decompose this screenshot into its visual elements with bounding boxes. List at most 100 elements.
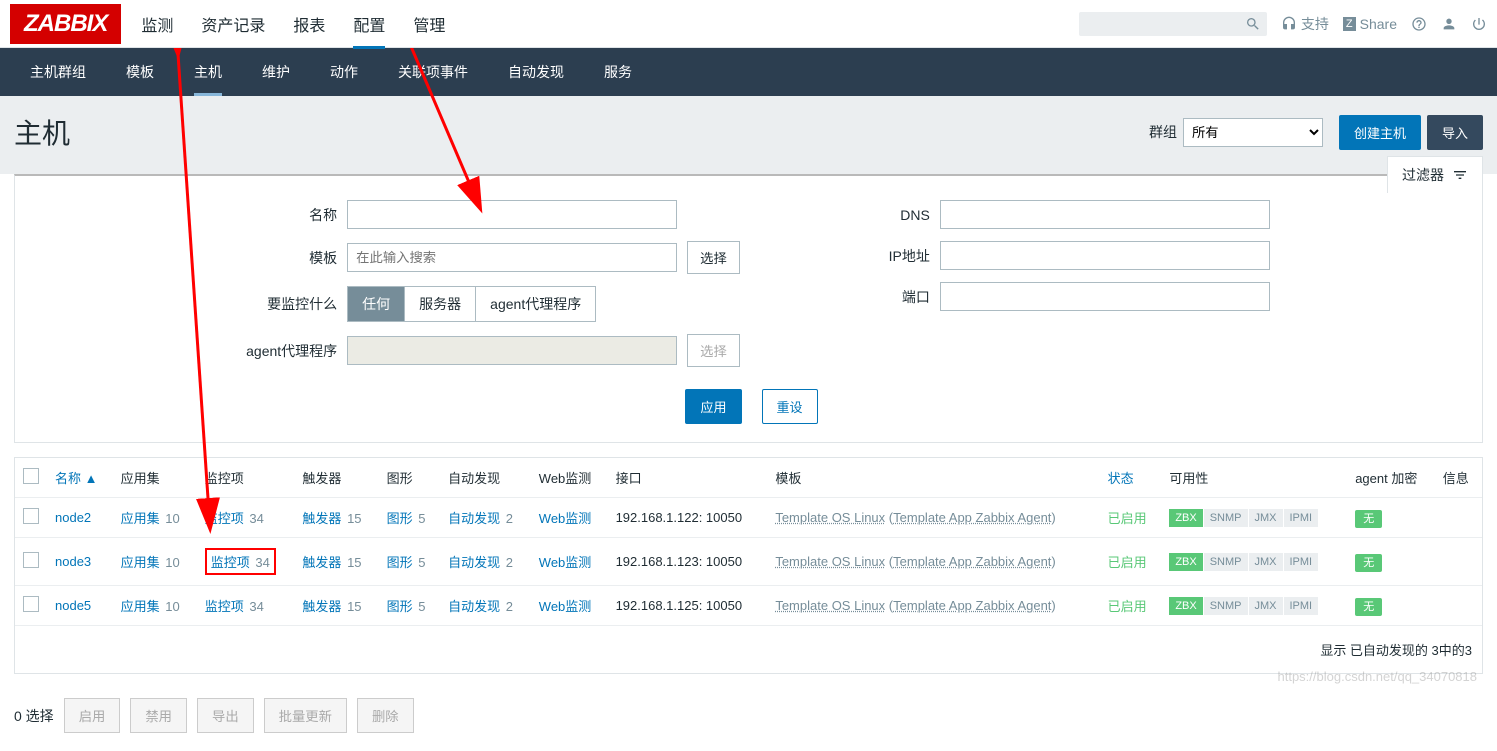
row-items-link[interactable]: 监控项 <box>211 555 250 570</box>
nav-inventory[interactable]: 资产记录 <box>201 0 265 48</box>
row-template-link[interactable]: Template OS Linux <box>775 554 885 569</box>
row-web-link[interactable]: Web监测 <box>539 555 592 570</box>
search-icon[interactable] <box>1245 16 1261 32</box>
massupdate-button[interactable]: 批量更新 <box>264 698 347 733</box>
row-apps-link[interactable]: 应用集 <box>121 511 160 526</box>
user-link[interactable] <box>1441 16 1457 32</box>
table-row: node3 应用集 10 监控项 34 触发器 15 图形 5 自动发现 2 W… <box>15 538 1482 586</box>
row-template-sub-link[interactable]: Template App Zabbix Agent <box>893 598 1051 613</box>
nav-admin[interactable]: 管理 <box>413 0 445 48</box>
action-bar: 0 选择 启用 禁用 导出 批量更新 删除 <box>0 688 1497 751</box>
dns-input[interactable] <box>940 200 1270 229</box>
col-agent-enc: agent 加密 <box>1347 458 1435 498</box>
row-apps-link[interactable]: 应用集 <box>121 599 160 614</box>
row-host-link[interactable]: node5 <box>55 598 91 613</box>
row-template-sub-link[interactable]: Template App Zabbix Agent <box>893 510 1051 525</box>
row-web-link[interactable]: Web监测 <box>539 511 592 526</box>
col-status[interactable]: 状态 <box>1108 471 1134 486</box>
row-status-link[interactable]: 已启用 <box>1108 555 1147 570</box>
share-link[interactable]: Z Share <box>1343 16 1397 32</box>
nav-reports[interactable]: 报表 <box>293 0 325 48</box>
monitor-label: 要监控什么 <box>227 294 337 314</box>
row-discovery-link[interactable]: 自动发现 <box>448 555 500 570</box>
search-input[interactable] <box>1085 16 1245 31</box>
row-template-link[interactable]: Template OS Linux <box>775 510 885 525</box>
logout-link[interactable] <box>1471 16 1487 32</box>
subnav-templates[interactable]: 模板 <box>106 48 174 96</box>
row-discovery-link[interactable]: 自动发现 <box>448 599 500 614</box>
subnav-correlation[interactable]: 关联项事件 <box>378 48 488 96</box>
select-all-checkbox[interactable] <box>23 468 39 484</box>
global-search[interactable] <box>1079 12 1267 36</box>
nav-monitoring[interactable]: 监测 <box>141 0 173 48</box>
delete-button[interactable]: 删除 <box>357 698 414 733</box>
row-web-link[interactable]: Web监测 <box>539 599 592 614</box>
import-button[interactable]: 导入 <box>1427 115 1483 150</box>
group-select[interactable]: 所有 <box>1183 118 1323 147</box>
nav-configuration[interactable]: 配置 <box>353 0 385 48</box>
port-input[interactable] <box>940 282 1270 311</box>
monitor-any[interactable]: 任何 <box>348 287 405 321</box>
row-checkbox[interactable] <box>23 552 39 568</box>
row-items-link[interactable]: 监控项 <box>205 511 244 526</box>
proxy-input <box>347 336 677 365</box>
power-icon <box>1471 16 1487 32</box>
row-triggers-link[interactable]: 触发器 <box>302 555 341 570</box>
filter-toggle[interactable]: 过滤器 <box>1387 156 1483 193</box>
col-triggers: 触发器 <box>294 458 378 498</box>
reset-button[interactable]: 重设 <box>762 389 818 424</box>
monitor-server[interactable]: 服务器 <box>405 287 476 321</box>
row-graphs-link[interactable]: 图形 <box>387 555 413 570</box>
row-checkbox[interactable] <box>23 596 39 612</box>
subnav-maintenance[interactable]: 维护 <box>242 48 310 96</box>
row-checkbox[interactable] <box>23 508 39 524</box>
col-graphs: 图形 <box>379 458 441 498</box>
hosts-table-wrap: 名称 ▲ 应用集 监控项 触发器 图形 自动发现 Web监测 接口 模板 状态 … <box>14 457 1483 674</box>
disable-button[interactable]: 禁用 <box>130 698 187 733</box>
avail-ipmi: IPMI <box>1284 597 1320 615</box>
subnav-actions[interactable]: 动作 <box>310 48 378 96</box>
row-discovery-link[interactable]: 自动发现 <box>448 511 500 526</box>
col-name[interactable]: 名称 ▲ <box>55 471 98 486</box>
subnav-services[interactable]: 服务 <box>584 48 652 96</box>
page-title: 主机 <box>14 112 1149 152</box>
port-label: 端口 <box>820 287 930 307</box>
subnav-discovery[interactable]: 自动发现 <box>488 48 584 96</box>
monitor-proxy[interactable]: agent代理程序 <box>476 287 595 321</box>
ip-input[interactable] <box>940 241 1270 270</box>
encryption-badge: 无 <box>1355 510 1382 528</box>
top-bar: ZABBIX 监测 资产记录 报表 配置 管理 支持 Z Share <box>0 0 1497 48</box>
avail-jmx: JMX <box>1249 597 1284 615</box>
support-link[interactable]: 支持 <box>1281 14 1329 34</box>
row-apps-link[interactable]: 应用集 <box>121 555 160 570</box>
template-select-button[interactable]: 选择 <box>687 241 740 274</box>
avail-ipmi: IPMI <box>1284 509 1320 527</box>
avail-ipmi: IPMI <box>1284 553 1320 571</box>
row-host-link[interactable]: node3 <box>55 554 91 569</box>
row-items-link[interactable]: 监控项 <box>205 599 244 614</box>
row-graphs-link[interactable]: 图形 <box>387 599 413 614</box>
name-input[interactable] <box>347 200 677 229</box>
row-template-link[interactable]: Template OS Linux <box>775 598 885 613</box>
export-button[interactable]: 导出 <box>197 698 254 733</box>
row-graphs-link[interactable]: 图形 <box>387 511 413 526</box>
apply-button[interactable]: 应用 <box>685 389 741 424</box>
filter-panel: 名称 模板 选择 要监控什么 任何 服务器 agent代理程序 agent代理程… <box>14 174 1483 443</box>
col-info: 信息 <box>1435 458 1482 498</box>
enable-button[interactable]: 启用 <box>64 698 121 733</box>
avail-zbx: ZBX <box>1169 597 1203 615</box>
help-link[interactable] <box>1411 16 1427 32</box>
help-icon <box>1411 16 1427 32</box>
row-host-link[interactable]: node2 <box>55 510 91 525</box>
row-template-sub-link[interactable]: Template App Zabbix Agent <box>893 554 1051 569</box>
row-triggers-link[interactable]: 触发器 <box>302 511 341 526</box>
watermark: https://blog.csdn.net/qq_34070818 <box>1278 669 1478 684</box>
create-host-button[interactable]: 创建主机 <box>1339 115 1421 150</box>
subnav-hostgroups[interactable]: 主机群组 <box>10 48 106 96</box>
row-status-link[interactable]: 已启用 <box>1108 599 1147 614</box>
row-status-link[interactable]: 已启用 <box>1108 511 1147 526</box>
encryption-badge: 无 <box>1355 554 1382 572</box>
template-input[interactable] <box>347 243 677 272</box>
subnav-hosts[interactable]: 主机 <box>174 48 242 96</box>
row-triggers-link[interactable]: 触发器 <box>302 599 341 614</box>
